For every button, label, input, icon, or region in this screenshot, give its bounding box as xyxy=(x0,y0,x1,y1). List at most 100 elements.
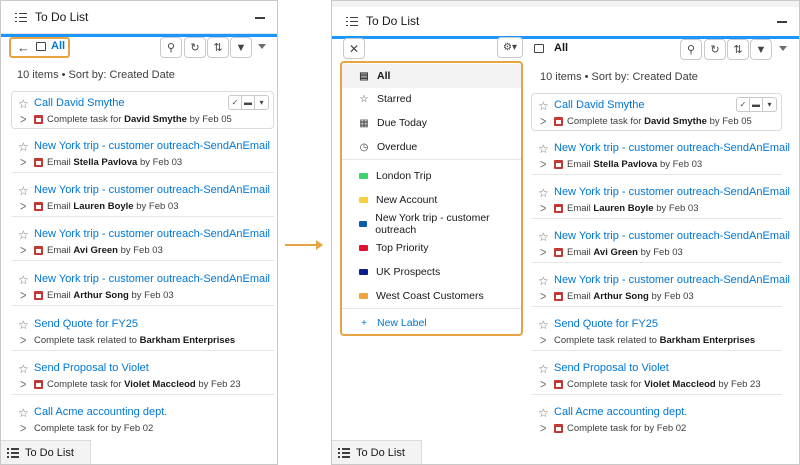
star-icon[interactable]: ☆ xyxy=(538,142,549,156)
task-title[interactable]: New York trip - customer outreach-SendAn… xyxy=(34,140,270,152)
task-row[interactable]: ☆ New York trip - customer outreach-Send… xyxy=(12,268,274,306)
task-title[interactable]: Send Proposal to Violet xyxy=(554,362,669,374)
star-icon[interactable]: ☆ xyxy=(18,273,29,287)
chevron-right-icon[interactable]: > xyxy=(540,115,546,129)
task-title[interactable]: New York trip - customer outreach-SendAn… xyxy=(34,273,270,285)
chevron-right-icon[interactable]: > xyxy=(540,246,546,260)
star-icon[interactable]: ☆ xyxy=(18,228,29,242)
task-row[interactable]: ☆ New York trip - customer outreach-Send… xyxy=(12,223,274,261)
chevron-right-icon[interactable]: > xyxy=(20,113,26,127)
task-title[interactable]: Call David Smythe xyxy=(554,99,644,111)
search-button[interactable]: ⚲ xyxy=(160,37,182,58)
task-row[interactable]: ☆ Send Quote for FY25 > Complete task re… xyxy=(12,313,274,351)
chevron-right-icon[interactable]: > xyxy=(20,156,26,170)
refresh-button[interactable]: ↻ xyxy=(704,39,726,60)
chevron-right-icon[interactable]: > xyxy=(20,289,26,303)
star-icon[interactable]: ☆ xyxy=(538,318,549,332)
task-row[interactable]: ☆ New York trip - customer outreach-Send… xyxy=(532,269,790,307)
label-tag-icon[interactable]: ▬ xyxy=(750,98,763,111)
star-icon[interactable]: ☆ xyxy=(538,362,549,376)
chevron-right-icon[interactable]: > xyxy=(20,244,26,258)
chevron-right-icon[interactable]: > xyxy=(20,378,26,392)
star-icon[interactable]: ☆ xyxy=(538,274,549,288)
chevron-right-icon[interactable]: > xyxy=(20,334,26,348)
refresh-button[interactable]: ↻ xyxy=(184,37,206,58)
dropdown-label-uk-prospects[interactable]: UK Prospects xyxy=(342,260,521,284)
task-title[interactable]: Call Acme accounting dept. xyxy=(554,406,687,418)
dropdown-label-london-trip[interactable]: London Trip xyxy=(342,164,521,188)
task-row[interactable]: ☆ New York trip - customer outreach-Send… xyxy=(12,135,274,173)
task-row[interactable]: ☆ Send Quote for FY25 > Complete task re… xyxy=(532,313,782,351)
filter-button[interactable]: ▼ xyxy=(750,39,772,60)
more-actions-chevron-icon[interactable] xyxy=(779,46,787,51)
more-actions-chevron-icon[interactable] xyxy=(258,44,266,49)
dropdown-label-new-york-trip[interactable]: New York trip - customer outreach xyxy=(342,212,521,236)
dropdown-item-starred[interactable]: ☆ Starred xyxy=(342,87,521,111)
sort-button[interactable]: ⇅ xyxy=(207,37,229,58)
dropdown-item-all[interactable]: ▤ All xyxy=(342,64,521,88)
star-icon[interactable]: ☆ xyxy=(18,97,29,111)
task-title[interactable]: Send Quote for FY25 xyxy=(554,318,658,330)
task-row[interactable]: ☆ New York trip - customer outreach-Send… xyxy=(532,137,790,175)
task-title[interactable]: Send Quote for FY25 xyxy=(34,318,138,330)
star-icon[interactable]: ☆ xyxy=(18,140,29,154)
star-icon[interactable]: ☆ xyxy=(18,406,29,420)
star-icon[interactable]: ☆ xyxy=(538,230,549,244)
chevron-right-icon[interactable]: > xyxy=(540,334,546,348)
task-row[interactable]: ☆ Send Proposal to Violet > Complete tas… xyxy=(532,357,782,395)
search-button[interactable]: ⚲ xyxy=(680,39,702,60)
task-email-icon xyxy=(34,202,43,211)
task-row[interactable]: ☆ Call David Smythe > Complete task for … xyxy=(531,93,782,131)
filter-view-label[interactable]: All xyxy=(554,42,568,54)
new-label-button[interactable]: + New Label xyxy=(342,311,521,335)
complete-check-icon[interactable]: ✓ xyxy=(229,96,242,109)
complete-check-icon[interactable]: ✓ xyxy=(737,98,750,111)
label-tag-icon[interactable]: ▬ xyxy=(242,96,255,109)
sort-button[interactable]: ⇅ xyxy=(727,39,749,60)
task-title[interactable]: New York trip - customer outreach-SendAn… xyxy=(554,230,790,242)
star-icon[interactable]: ☆ xyxy=(538,99,549,113)
footer-todo-tab[interactable]: To Do List xyxy=(332,440,422,464)
task-title[interactable]: New York trip - customer outreach-SendAn… xyxy=(554,142,790,154)
dropdown-item-due-today[interactable]: ▦ Due Today xyxy=(342,111,521,135)
settings-menu-button[interactable]: ⚙▾ xyxy=(497,37,523,58)
star-icon[interactable]: ☆ xyxy=(538,186,549,200)
task-row[interactable]: ☆ Call David Smythe > Complete task for … xyxy=(11,91,274,129)
dropdown-item-overdue[interactable]: ◷ Overdue xyxy=(342,135,521,159)
task-row[interactable]: ☆ Call Acme accounting dept. > Complete … xyxy=(12,401,274,439)
chevron-right-icon[interactable]: > xyxy=(540,422,546,436)
task-title[interactable]: Call Acme accounting dept. xyxy=(34,406,167,418)
dropdown-label-top-priority[interactable]: Top Priority xyxy=(342,236,521,260)
minimize-icon[interactable] xyxy=(255,9,265,19)
filter-button[interactable]: ▼ xyxy=(230,37,252,58)
chevron-right-icon[interactable]: > xyxy=(540,202,546,216)
dropdown-label-west-coast-customers[interactable]: West Coast Customers xyxy=(342,284,521,308)
task-row[interactable]: ☆ Send Proposal to Violet > Complete tas… xyxy=(12,357,274,395)
chevron-right-icon[interactable]: > xyxy=(20,200,26,214)
row-menu-chevron-icon[interactable]: ▾ xyxy=(255,96,268,109)
task-row[interactable]: ☆ Call Acme accounting dept. > Complete … xyxy=(532,401,782,439)
star-icon[interactable]: ☆ xyxy=(538,406,549,420)
star-icon[interactable]: ☆ xyxy=(18,362,29,376)
chevron-right-icon[interactable]: > xyxy=(20,422,26,436)
task-row[interactable]: ☆ New York trip - customer outreach-Send… xyxy=(532,225,790,263)
row-menu-chevron-icon[interactable]: ▾ xyxy=(763,98,776,111)
task-title[interactable]: New York trip - customer outreach-SendAn… xyxy=(34,184,270,196)
footer-todo-tab[interactable]: To Do List xyxy=(1,440,91,464)
chevron-right-icon[interactable]: > xyxy=(540,290,546,304)
task-title[interactable]: New York trip - customer outreach-SendAn… xyxy=(34,228,270,240)
task-title[interactable]: New York trip - customer outreach-SendAn… xyxy=(554,274,790,286)
close-dropdown-button[interactable]: ✕ xyxy=(343,38,365,59)
chevron-right-icon[interactable]: > xyxy=(540,158,546,172)
star-icon[interactable]: ☆ xyxy=(18,184,29,198)
minimize-icon[interactable] xyxy=(777,13,787,23)
task-row[interactable]: ☆ New York trip - customer outreach-Send… xyxy=(532,181,790,219)
task-title[interactable]: New York trip - customer outreach-SendAn… xyxy=(554,186,790,198)
task-title[interactable]: Call David Smythe xyxy=(34,97,124,109)
chevron-right-icon[interactable]: > xyxy=(540,378,546,392)
task-row[interactable]: ☆ New York trip - customer outreach-Send… xyxy=(12,179,274,217)
task-title[interactable]: Send Proposal to Violet xyxy=(34,362,149,374)
star-icon[interactable]: ☆ xyxy=(18,318,29,332)
calendar-icon: ▦ xyxy=(359,117,369,129)
dropdown-label-new-account[interactable]: New Account xyxy=(342,188,521,212)
